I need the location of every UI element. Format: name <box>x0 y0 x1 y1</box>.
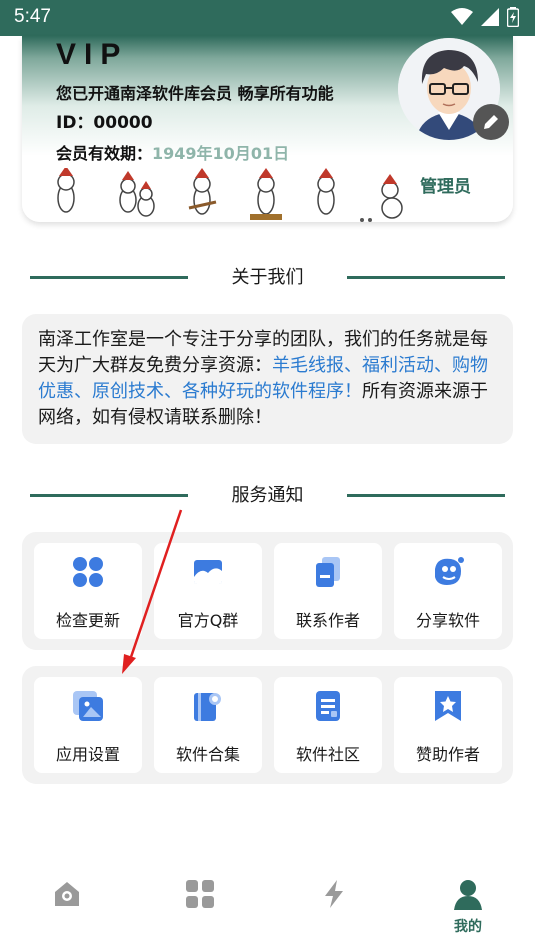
member-expiry: 会员有效期：1949年10月01日 <box>56 140 289 164</box>
bottom-navigation: 我的 <box>0 872 535 951</box>
expiry-label: 会员有效期： <box>56 144 153 163</box>
nav-lightning[interactable] <box>304 876 364 940</box>
apps-icon <box>186 880 214 908</box>
official-qq-group-button[interactable]: 官方Q群 <box>154 543 262 639</box>
divider-right <box>347 276 505 279</box>
wifi-icon <box>451 8 473 25</box>
status-icons <box>451 7 519 27</box>
gallery-icon <box>73 691 103 721</box>
tile-label: 分享软件 <box>415 611 480 630</box>
pencil-icon <box>484 115 498 129</box>
share-mascot-icon <box>435 557 464 585</box>
tile-label: 检查更新 <box>55 611 120 630</box>
star-bookmark-icon <box>435 691 461 721</box>
status-bar: 5:47 <box>0 0 535 36</box>
tile-label: 赞助作者 <box>415 745 480 764</box>
nav-label: 我的 <box>454 919 482 935</box>
expiry-date: 1949年10月01日 <box>152 144 290 163</box>
tile-label: 官方Q群 <box>177 611 239 630</box>
divider-right <box>347 494 505 497</box>
services-section-header: 服务通知 <box>30 481 505 511</box>
home-icon <box>55 882 79 906</box>
lightning-icon <box>325 880 343 908</box>
person-icon <box>454 880 482 910</box>
nav-apps[interactable] <box>170 876 230 940</box>
signal-icon <box>481 8 499 26</box>
vip-description: 您已开通南泽软件库会员 畅享所有功能 <box>56 84 334 103</box>
document-copy-icon <box>316 557 340 587</box>
nav-home[interactable] <box>37 876 97 940</box>
check-update-button[interactable]: 检查更新 <box>34 543 142 639</box>
nav-mine[interactable]: 我的 <box>438 876 498 940</box>
battery-icon <box>507 7 519 27</box>
tile-label: 软件合集 <box>175 745 240 764</box>
admin-label: 管理员 <box>420 177 471 197</box>
services-grid-row-2: 应用设置 软件合集 软件社区 赞助作者 <box>22 666 513 784</box>
tile-label: 应用设置 <box>55 745 120 764</box>
tile-label: 软件社区 <box>295 745 360 764</box>
share-software-button[interactable]: 分享软件 <box>394 543 502 639</box>
edit-avatar-button[interactable] <box>473 104 509 140</box>
vip-title: VIP <box>56 38 129 71</box>
clover-icon <box>73 557 103 587</box>
status-time: 5:47 <box>14 6 51 27</box>
mascot-illustration <box>57 168 403 222</box>
image-card-icon <box>194 560 222 584</box>
member-id: ID：00000 <box>56 113 153 133</box>
services-grid-row-1: 检查更新 官方Q群 联系作者 分享软件 <box>22 532 513 650</box>
software-collection-button[interactable]: 软件合集 <box>154 677 262 773</box>
app-settings-button[interactable]: 应用设置 <box>34 677 142 773</box>
vip-card: VIP 您已开通南泽软件库会员 畅享所有功能 ID：00000 会员有效期：19… <box>22 36 513 222</box>
tile-label: 联系作者 <box>295 611 360 630</box>
document-icon <box>316 691 340 721</box>
sponsor-author-button[interactable]: 赞助作者 <box>394 677 502 773</box>
contact-author-button[interactable]: 联系作者 <box>274 543 382 639</box>
about-text-box: 南泽工作室是一个专注于分享的团队，我们的任务就是每天为广大群友免费分享资源：羊毛… <box>22 314 513 444</box>
software-community-button[interactable]: 软件社区 <box>274 677 382 773</box>
folder-search-icon <box>194 693 221 721</box>
about-section-header: 关于我们 <box>30 263 505 293</box>
